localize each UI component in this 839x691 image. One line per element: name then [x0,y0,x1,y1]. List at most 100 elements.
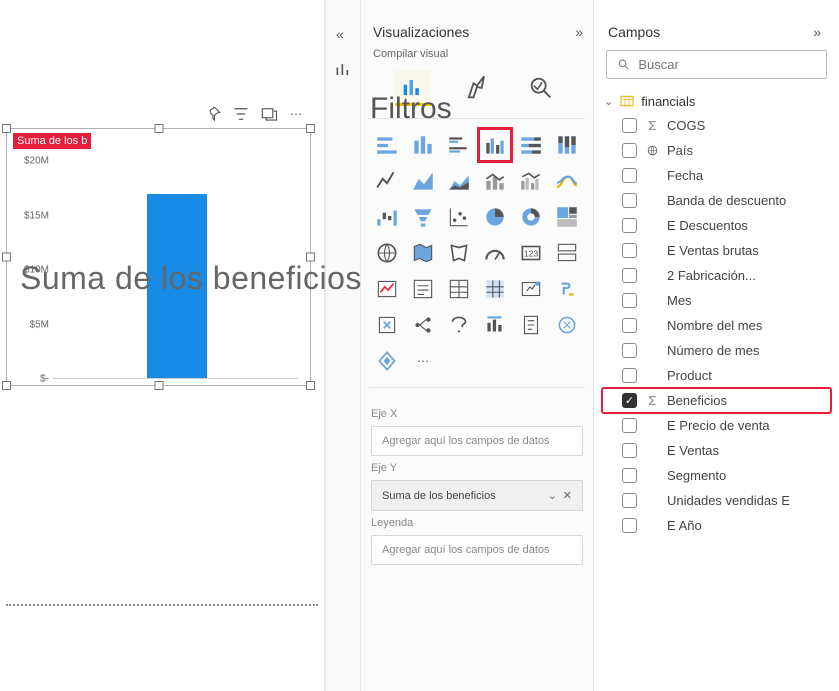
resize-handle[interactable] [306,253,315,262]
viz-matrix[interactable] [479,273,511,305]
field-row[interactable]: E Ventas brutas [602,238,831,263]
viz-qna[interactable] [443,309,475,341]
table-financials[interactable]: ⌄ financials [602,89,831,113]
field-row[interactable]: Banda de descuento [602,188,831,213]
field-row[interactable]: E Descuentos [602,213,831,238]
viz-shape-map[interactable] [443,237,475,269]
filter-icon[interactable] [232,105,250,123]
viz-stacked-bar[interactable] [371,129,403,161]
viz-scatter[interactable] [443,201,475,233]
viz-table[interactable] [443,273,475,305]
viz-100-stacked-column[interactable] [551,129,583,161]
viz-ribbon[interactable] [551,165,583,197]
viz-donut[interactable] [515,201,547,233]
field-checkbox[interactable] [622,468,637,483]
viz-key-influencers[interactable] [371,309,403,341]
field-row[interactable]: Número de mes [602,338,831,363]
viz-power-apps[interactable] [371,345,403,377]
resize-handle[interactable] [2,381,11,390]
resize-handle[interactable] [2,253,11,262]
viz-stacked-column[interactable] [407,129,439,161]
viz-100-stacked-bar[interactable] [515,129,547,161]
viz-funnel[interactable] [407,201,439,233]
field-row[interactable]: Unidades vendidas E [602,488,831,513]
resize-handle[interactable] [2,124,11,133]
bar-chart-visual[interactable]: Suma de los b $20M $15M $10M $5M $- [13,133,304,379]
resize-handle[interactable] [306,381,315,390]
axis-x-well[interactable]: Agregar aquí los campos de datos [371,426,583,456]
field-row[interactable]: País [602,138,831,163]
field-row[interactable]: COGS [602,113,831,138]
expand-filters-icon[interactable]: « [336,26,344,42]
report-canvas[interactable]: ⋯ Suma de los b $20M $15M $10M $5M $- [0,0,325,691]
field-row[interactable]: Fecha [602,163,831,188]
field-row[interactable]: E Año [602,513,831,538]
axis-y-well[interactable]: Suma de los beneficios ⌄ ✕ [371,480,583,511]
search-input[interactable] [606,50,827,79]
more-icon[interactable]: ⋯ [288,107,304,121]
viz-paginated[interactable] [515,309,547,341]
pin-icon[interactable] [204,105,222,123]
collapse-fields-icon[interactable]: » [813,24,821,40]
field-row[interactable]: E Precio de venta [602,413,831,438]
viz-r[interactable] [515,273,547,305]
viz-line[interactable] [371,165,403,197]
filters-pane-collapsed[interactable]: « [325,0,361,691]
field-checkbox[interactable] [622,293,637,308]
field-checkbox[interactable] [622,443,637,458]
viz-gauge[interactable] [479,237,511,269]
resize-handle[interactable] [154,381,163,390]
viz-kpi[interactable] [371,273,403,305]
viz-stacked-area[interactable] [443,165,475,197]
viz-map[interactable] [371,237,403,269]
viz-line-stacked-column[interactable] [479,165,511,197]
viz-arcgis[interactable] [551,309,583,341]
focus-mode-icon[interactable] [260,105,278,123]
viz-decomposition[interactable] [407,309,439,341]
field-row[interactable]: Mes [602,288,831,313]
field-checkbox[interactable] [622,268,637,283]
tab-analytics[interactable] [523,70,559,106]
field-checkbox[interactable] [622,318,637,333]
page-tab-strip[interactable] [6,604,318,634]
remove-field-icon[interactable]: ✕ [563,489,572,502]
field-checkbox[interactable] [622,493,637,508]
field-checkbox[interactable] [622,193,637,208]
viz-line-clustered-column[interactable] [515,165,547,197]
chevron-down-icon[interactable]: ⌄ [548,489,557,502]
viz-treemap[interactable] [551,201,583,233]
tab-format[interactable] [459,70,495,106]
field-checkbox[interactable] [622,168,637,183]
field-row[interactable]: ✓Beneficios [602,388,831,413]
field-checkbox[interactable] [622,118,637,133]
viz-filled-map[interactable] [407,237,439,269]
field-checkbox[interactable] [622,343,637,358]
viz-slicer[interactable] [407,273,439,305]
viz-pie[interactable] [479,201,511,233]
viz-more[interactable]: ⋯ [407,345,439,377]
legend-well[interactable]: Agregar aquí los campos de datos [371,535,583,565]
field-checkbox[interactable] [622,368,637,383]
field-checkbox[interactable] [622,143,637,158]
field-row[interactable]: Product [602,363,831,388]
field-row[interactable]: Nombre del mes [602,313,831,338]
field-checkbox[interactable] [622,218,637,233]
field-row[interactable]: 2 Fabricación... [602,263,831,288]
viz-waterfall[interactable] [371,201,403,233]
resize-handle[interactable] [154,124,163,133]
bar[interactable] [147,194,207,378]
viz-multi-row-card[interactable] [551,237,583,269]
field-checkbox[interactable] [622,418,637,433]
viz-clustered-column[interactable] [479,129,511,161]
collapse-viz-icon[interactable]: » [575,24,583,40]
tab-build[interactable] [395,70,431,106]
viz-narrative[interactable] [479,309,511,341]
field-checkbox[interactable] [622,243,637,258]
viz-py[interactable] [551,273,583,305]
field-row[interactable]: E Ventas [602,438,831,463]
field-row[interactable]: Segmento [602,463,831,488]
field-checkbox[interactable]: ✓ [622,393,637,408]
field-checkbox[interactable] [622,518,637,533]
viz-clustered-bar[interactable] [443,129,475,161]
viz-area[interactable] [407,165,439,197]
